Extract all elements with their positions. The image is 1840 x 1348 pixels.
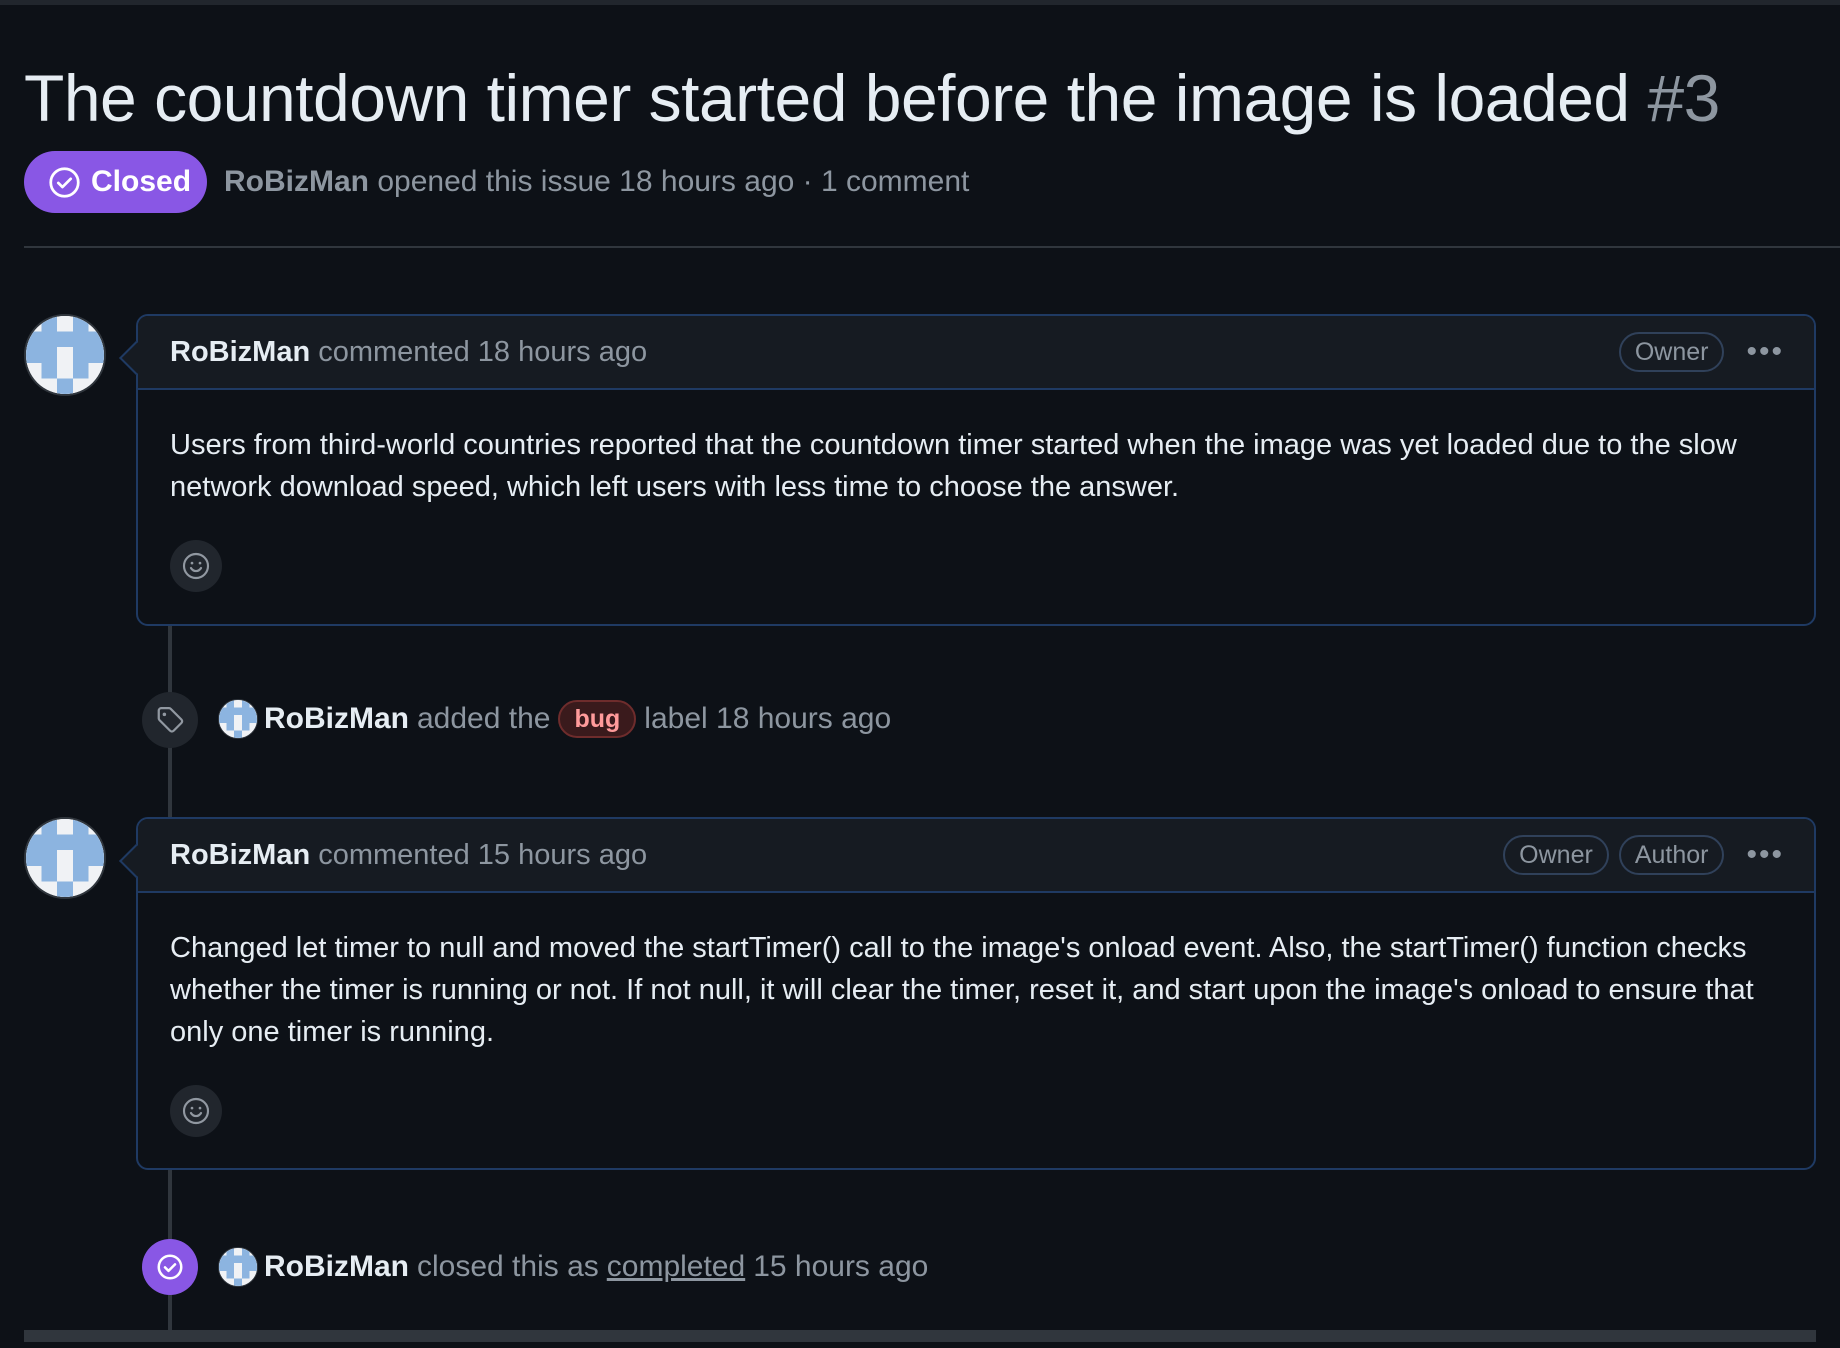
issue-title: The countdown timer started before the i… bbox=[24, 58, 1720, 138]
comment-1: RoBizMan commented 18 hours ago Owner ••… bbox=[119, 314, 1816, 626]
issue-state-badge: Closed bbox=[24, 151, 207, 213]
add-reaction-button[interactable] bbox=[170, 1085, 222, 1137]
issue-meta-text: opened this issue 18 hours ago · 1 comme… bbox=[377, 165, 970, 198]
bug-label[interactable]: bug bbox=[558, 700, 637, 738]
kebab-icon[interactable]: ••• bbox=[1746, 840, 1784, 870]
issue-meta: RoBizMan opened this issue 18 hours ago … bbox=[224, 162, 969, 202]
completed-link[interactable]: completed bbox=[607, 1245, 745, 1289]
author-badge: Author bbox=[1618, 835, 1725, 875]
comment-timestamp[interactable]: commented 15 hours ago bbox=[318, 839, 647, 871]
comment-body: Users from third-world countries reporte… bbox=[170, 429, 1737, 503]
bottom-divider bbox=[24, 1330, 1816, 1342]
smiley-icon bbox=[182, 552, 210, 580]
comment-byline: RoBizMan commented 15 hours ago bbox=[170, 839, 647, 872]
event-actor[interactable]: RoBizMan bbox=[264, 1245, 409, 1289]
comment-timestamp[interactable]: commented 18 hours ago bbox=[318, 336, 647, 368]
comment-2: RoBizMan commented 15 hours ago Owner Au… bbox=[119, 817, 1816, 1170]
comment-author[interactable]: RoBizMan bbox=[170, 336, 310, 368]
comment-byline: RoBizMan commented 18 hours ago bbox=[170, 336, 647, 369]
avatar[interactable] bbox=[24, 314, 106, 396]
avatar[interactable] bbox=[218, 1247, 258, 1287]
label-event: RoBizMan added the bug label 18 hours ag… bbox=[218, 697, 891, 741]
comment-header: RoBizMan commented 18 hours ago Owner ••… bbox=[138, 316, 1814, 390]
issue-number: #3 bbox=[1647, 61, 1720, 135]
event-text-post: 15 hours ago bbox=[753, 1250, 929, 1283]
check-circle-icon bbox=[157, 1254, 183, 1280]
check-circle-icon bbox=[49, 166, 80, 198]
event-text-pre: added the bbox=[417, 702, 551, 735]
add-reaction-button[interactable] bbox=[170, 540, 222, 592]
avatar[interactable] bbox=[218, 699, 258, 739]
smiley-icon bbox=[182, 1097, 210, 1125]
top-divider bbox=[0, 0, 1840, 5]
avatar[interactable] bbox=[24, 817, 106, 899]
kebab-icon[interactable]: ••• bbox=[1746, 337, 1784, 367]
tag-icon bbox=[157, 707, 184, 733]
closed-event: RoBizMan closed this as completed 15 hou… bbox=[218, 1245, 928, 1289]
issue-state-label: Closed bbox=[91, 165, 192, 198]
comment-header: RoBizMan commented 15 hours ago Owner Au… bbox=[138, 819, 1814, 893]
owner-badge: Owner bbox=[1503, 835, 1609, 875]
event-text-post: label 18 hours ago bbox=[644, 702, 892, 735]
issue-author-link[interactable]: RoBizMan bbox=[224, 165, 369, 198]
comment-author[interactable]: RoBizMan bbox=[170, 839, 310, 871]
header-divider bbox=[24, 246, 1840, 248]
event-text-pre: closed this as bbox=[417, 1250, 599, 1283]
issue-title-text: The countdown timer started before the i… bbox=[24, 61, 1630, 135]
closed-event-badge bbox=[142, 1239, 198, 1295]
event-actor[interactable]: RoBizMan bbox=[264, 697, 409, 741]
label-event-badge bbox=[142, 692, 198, 748]
owner-badge: Owner bbox=[1618, 332, 1725, 372]
comment-body: Changed let timer to null and moved the … bbox=[170, 932, 1754, 1048]
